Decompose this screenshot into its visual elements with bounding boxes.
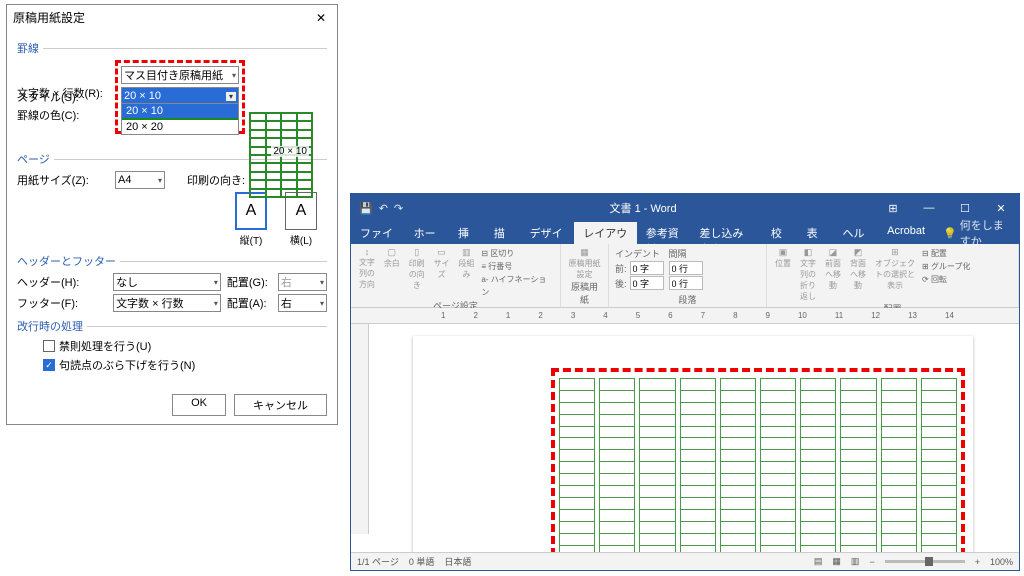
chars-dropdown-list: 20 × 10 20 × 20 <box>121 103 239 135</box>
option-20x20[interactable]: 20 × 20 <box>122 118 238 134</box>
tab-mailings[interactable]: 差し込み文書 <box>690 222 761 244</box>
section-linebreak: 改行時の処理 <box>17 318 83 334</box>
genkou-settings-dialog: 原稿用紙設定 ✕ 罫線 スタイル(S): マス目付き原稿用紙▾ 20 × 10▾… <box>6 4 338 425</box>
ribbon-opts-icon[interactable]: ⊞ <box>875 202 911 215</box>
back-button[interactable]: ◩背面へ移動 <box>848 247 868 291</box>
section-hf: ヘッダーとフッター <box>17 253 116 269</box>
label-chars: 文字数 × 行数(R): <box>17 85 109 101</box>
header-select[interactable]: なし▾ <box>113 273 221 291</box>
maximize-icon[interactable]: ☐ <box>947 202 983 215</box>
text-direction-button[interactable]: ↕文字列の方向 <box>357 247 377 290</box>
tell-me[interactable]: 💡何をしますか <box>934 222 1019 244</box>
label-alignG: 配置(G): <box>227 274 272 290</box>
cancel-button[interactable]: キャンセル <box>234 394 327 416</box>
save-icon[interactable]: 💾 <box>359 202 373 215</box>
dialog-title-text: 原稿用紙設定 <box>13 9 85 26</box>
view-read-icon[interactable]: ▦ <box>832 556 841 567</box>
wrap-button[interactable]: ◧文字列の折り返し <box>798 247 818 302</box>
tab-insert[interactable]: 挿入 <box>449 222 485 244</box>
highlighted-dropdown-area: マス目付き原稿用紙▾ 20 × 10▾ 20 × 10 20 × 20 <box>115 60 245 134</box>
orient-horizontal[interactable]: A横(L) <box>285 192 317 247</box>
rotate-button[interactable]: ⟳ 回転 <box>922 273 970 286</box>
statusbar: 1/1 ページ 0 単語 日本語 ▤ ▦ ▥ − + 100% <box>351 552 1019 570</box>
linenum-button[interactable]: ≡ 行番号 <box>481 260 554 273</box>
genkou-button[interactable]: ▦原稿用紙設定 <box>567 247 602 280</box>
kinsoku-checkbox[interactable]: 禁則処理を行う(U) <box>43 338 327 354</box>
zoom-value[interactable]: 100% <box>990 557 1013 567</box>
label-footer: フッター(F): <box>17 295 107 311</box>
style-select[interactable]: マス目付き原稿用紙▾ <box>121 66 239 84</box>
indent-before-input[interactable] <box>630 261 664 275</box>
zoom-slider[interactable] <box>885 560 965 563</box>
label-paper: 用紙サイズ(Z): <box>17 172 109 188</box>
tab-review[interactable]: 校閲 <box>762 222 798 244</box>
tab-file[interactable]: ファイル <box>351 222 405 244</box>
front-button[interactable]: ◪前面へ移動 <box>823 247 843 291</box>
tab-acrobat[interactable]: Acrobat <box>878 222 934 244</box>
position-button[interactable]: ▣位置 <box>773 247 793 269</box>
breaks-button[interactable]: ⊟ 区切り <box>481 247 554 260</box>
redo-icon[interactable]: ↷ <box>394 202 403 215</box>
close-icon[interactable]: ✕ <box>311 11 331 25</box>
spacing-after-input[interactable] <box>669 276 703 290</box>
label-alignA: 配置(A): <box>227 295 272 311</box>
tab-help[interactable]: ヘルプ <box>833 222 878 244</box>
vertical-ruler[interactable] <box>351 324 369 534</box>
margin-button[interactable]: ▢余白 <box>382 247 402 269</box>
undo-icon[interactable]: ↶ <box>379 202 388 215</box>
label-header: ヘッダー(H): <box>17 274 107 290</box>
view-print-icon[interactable]: ▤ <box>814 556 823 567</box>
orient-vertical[interactable]: A縦(T) <box>235 192 267 247</box>
paper-select[interactable]: A4▾ <box>115 171 165 189</box>
status-words[interactable]: 0 単語 <box>409 555 435 568</box>
titlebar: 💾 ↶ ↷ 文書 1 - Word ⊞ — ☐ ✕ <box>351 194 1019 222</box>
tab-home[interactable]: ホーム <box>405 222 449 244</box>
tab-layout[interactable]: レイアウト <box>574 222 637 244</box>
dialog-titlebar: 原稿用紙設定 ✕ <box>7 5 337 30</box>
ok-button[interactable]: OK <box>172 394 226 416</box>
close-window-icon[interactable]: ✕ <box>983 202 1019 215</box>
group-button[interactable]: ⊞ グループ化 <box>922 260 970 273</box>
minimize-icon[interactable]: — <box>911 202 947 215</box>
word-window: 💾 ↶ ↷ 文書 1 - Word ⊞ — ☐ ✕ ファイル ホーム 挿入 描画… <box>350 193 1020 571</box>
label-color: 罫線の色(C): <box>17 107 109 123</box>
size-button[interactable]: ▭サイズ <box>432 247 452 280</box>
zoom-in-icon[interactable]: + <box>975 557 980 567</box>
status-lang[interactable]: 日本語 <box>444 555 471 568</box>
alignG-select[interactable]: 右▾ <box>278 273 327 291</box>
punct-checkbox[interactable]: ✓句読点のぶら下げを行う(N) <box>43 357 327 373</box>
view-web-icon[interactable]: ▥ <box>851 556 860 567</box>
tab-design[interactable]: デザイン <box>521 222 575 244</box>
alignA-select[interactable]: 右▾ <box>278 294 327 312</box>
ribbon-tabs: ファイル ホーム 挿入 描画 デザイン レイアウト 参考資料 差し込み文書 校閲… <box>351 222 1019 244</box>
status-page[interactable]: 1/1 ページ <box>357 555 399 568</box>
indent-after-input[interactable] <box>630 276 664 290</box>
tab-view[interactable]: 表示 <box>798 222 834 244</box>
label-orient: 印刷の向き: <box>187 172 245 188</box>
ribbon: ↕文字列の方向 ▢余白 ▯印刷の向き ▭サイズ ▥段組み ⊟ 区切り ≡ 行番号… <box>351 244 1019 308</box>
doc-title: 文書 1 - Word <box>411 200 875 216</box>
selpane-button[interactable]: ⊞オブジェクトの選択と表示 <box>873 247 917 291</box>
option-20x10[interactable]: 20 × 10 <box>122 104 238 118</box>
bulb-icon: 💡 <box>943 227 957 240</box>
section-page: ページ <box>17 151 50 167</box>
section-ruled: 罫線 <box>17 40 39 56</box>
preview-label: 20 × 10 <box>271 146 309 157</box>
genkou-grid <box>559 378 957 552</box>
tab-draw[interactable]: 描画 <box>485 222 521 244</box>
orient-button[interactable]: ▯印刷の向き <box>407 247 427 291</box>
horizontal-ruler[interactable]: 121234567891011121314 <box>351 308 1019 324</box>
spacing-before-input[interactable] <box>669 261 703 275</box>
document-area: 121234567891011121314 <box>351 308 1019 552</box>
columns-button[interactable]: ▥段組み <box>457 247 477 280</box>
page-canvas[interactable] <box>413 336 973 552</box>
footer-select[interactable]: 文字数 × 行数▾ <box>113 294 221 312</box>
hyphen-button[interactable]: a- ハイフネーション <box>481 273 554 299</box>
tab-references[interactable]: 参考資料 <box>637 222 691 244</box>
zoom-out-icon[interactable]: − <box>869 557 874 567</box>
